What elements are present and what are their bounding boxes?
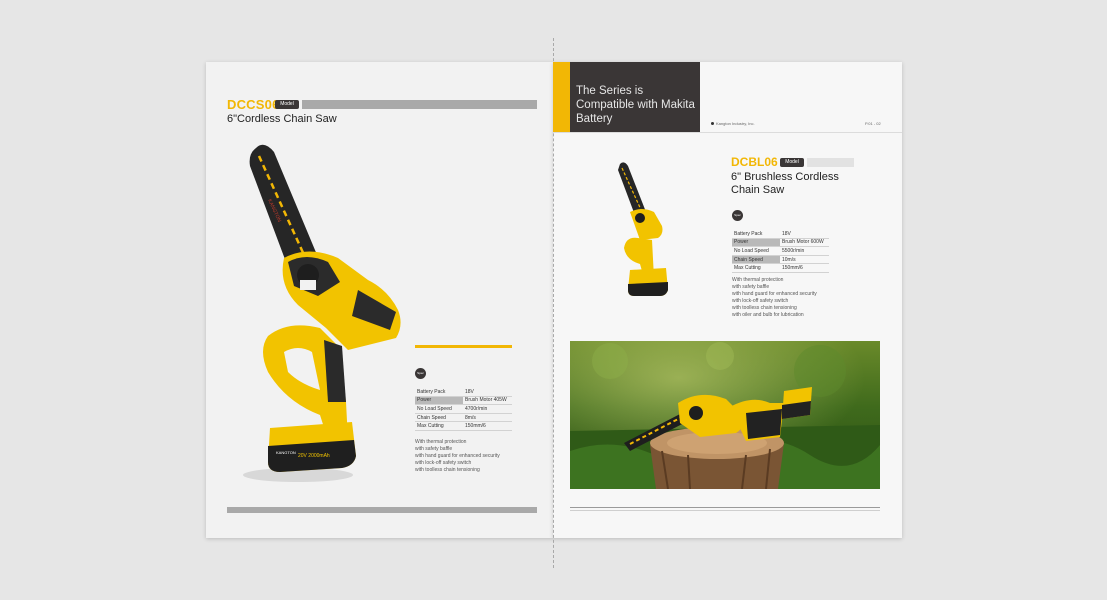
battery-label: 20V 2000mAh [298,453,330,459]
right-product-title: 6" Brushless Cordless Chain Saw [731,171,839,196]
left-footer-bar [227,507,537,513]
left-yellow-rule [415,345,512,348]
spec-row: Power Brush Motor 405W [415,396,512,406]
right-model-code: DCBL06 [731,155,778,169]
right-header-rule [553,132,902,133]
feature-item: with safety baffle [415,446,453,452]
left-spec-badge: Spec [415,368,426,379]
spec-row: Chain Speed 8m/s [415,413,512,423]
left-header-bar [302,100,537,109]
right-footer-bar-secondary [570,510,880,511]
feature-item: with hand guard for enhanced security [732,291,817,297]
brand-mark: KANGTON [276,450,296,455]
company-name: Kangton Industry, Inc. [711,121,755,126]
feature-item: with lock-off safety switch [415,460,472,466]
feature-item: with safety baffle [732,284,770,290]
feature-item: with oiler and bulb for lubrication [732,312,804,318]
feature-item: with toolless chain tensioning [732,305,797,311]
right-header-bar [807,158,854,167]
right-model-badge: Model [780,158,804,167]
feature-item: with lock-off safety switch [732,298,789,304]
feature-item: with toolless chain tensioning [415,467,480,473]
left-spec-table: Battery Pack 18V Power Brush Motor 405W No… [415,388,512,431]
right-footer-bar [570,507,880,508]
right-feature-list: With thermal protection with safety baff… [732,277,817,319]
right-yellow-tab [553,62,570,132]
right-lifestyle-photo [570,341,880,489]
spec-row: Chain Speed 10m/s [732,255,829,265]
feature-item: With thermal protection [732,277,784,283]
feature-item: With thermal protection [415,439,467,445]
spec-row: Max Cutting 150mm/6 [415,421,512,431]
page-number: P.01 - 02 [865,121,881,126]
left-model-badge: Model [275,100,299,109]
left-model-code: DCCS06 [227,97,280,112]
spec-row: Battery Pack 18V [415,388,512,397]
spec-row: Battery Pack 18V [732,230,829,239]
spec-row: Power Brush Motor 600W [732,238,829,248]
spec-row: No Load Speed 5500r/min [732,246,829,256]
right-chainsaw-image [618,162,668,296]
right-spec-table: Battery Pack 18V Power Brush Motor 600W No… [732,230,829,273]
left-product-title: 6"Cordless Chain Saw [227,113,337,125]
left-feature-list: With thermal protection with safety baff… [415,439,500,474]
right-spec-badge: Spec [732,210,743,221]
right-header-text: The Series is Compatible with Makita Bat… [576,85,695,125]
spec-row: No Load Speed 4700r/min [415,404,512,414]
feature-item: with hand guard for enhanced security [415,453,500,459]
left-chainsaw-image: KANGTON 20V 2000mAh KANGTON [243,144,401,482]
spec-row: Max Cutting 150mm/6 [732,263,829,273]
tree-stump-photo [570,341,880,489]
